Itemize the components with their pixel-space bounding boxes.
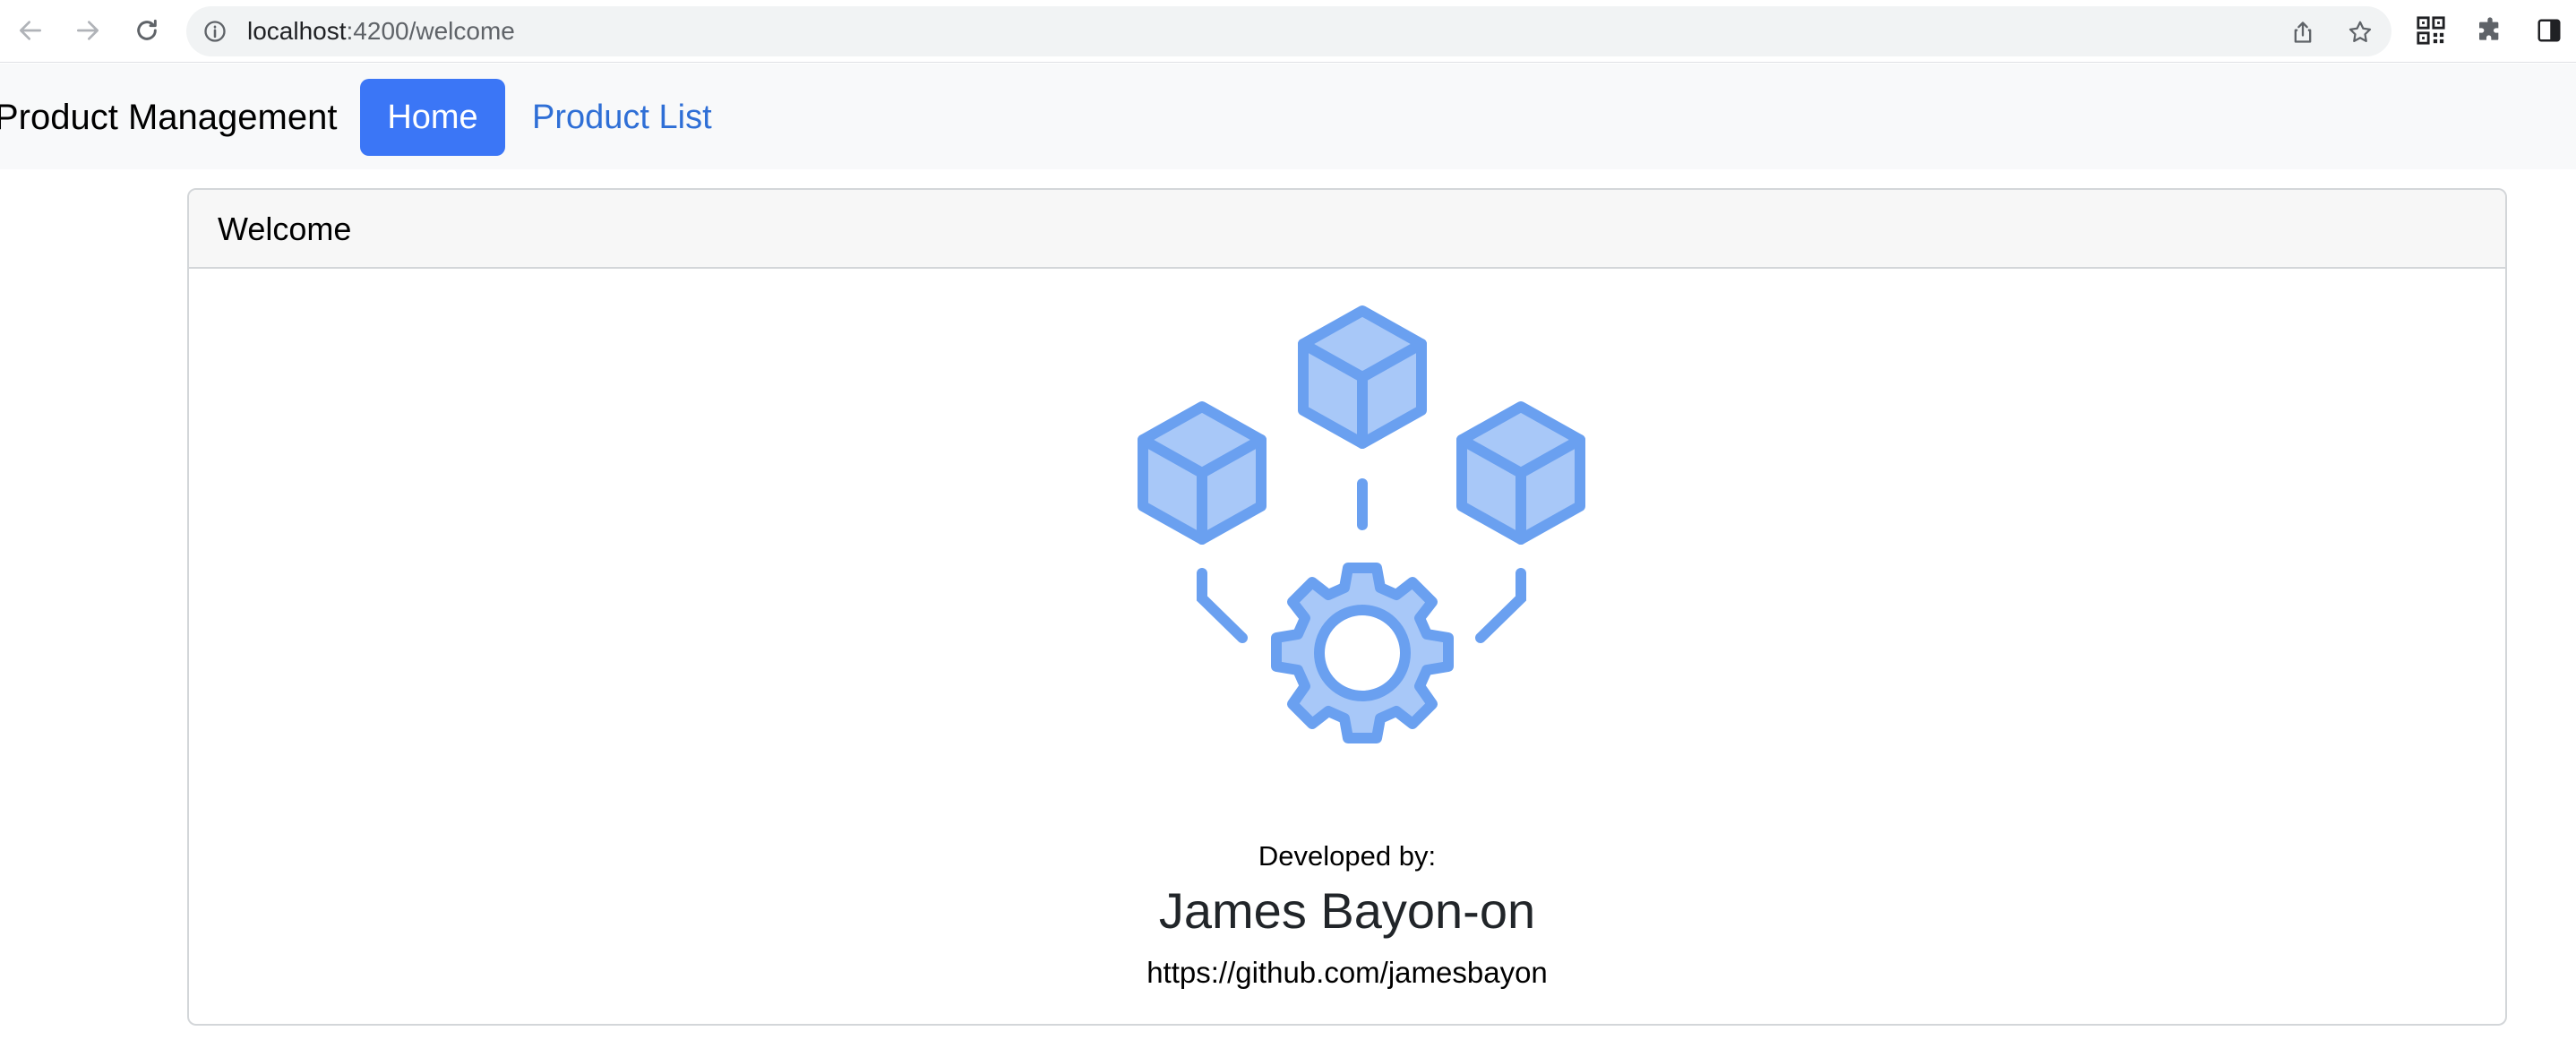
- browser-toolbar: localhost:4200/welcome: [0, 0, 2576, 63]
- url-text: localhost:4200/welcome: [247, 19, 515, 44]
- arrow-left-icon: [20, 21, 41, 40]
- url-path: :4200/welcome: [346, 17, 515, 45]
- card-header: Welcome: [189, 190, 2505, 269]
- navbar-brand[interactable]: Product Management: [0, 96, 337, 139]
- cubes-and-gear-icon: [1138, 305, 1585, 743]
- reload-icon: [137, 19, 157, 40]
- developed-by-label: Developed by:: [1258, 840, 1437, 872]
- bookmark-button[interactable]: [2345, 17, 2375, 47]
- share-button[interactable]: [2288, 17, 2318, 47]
- nav-item-product-list[interactable]: Product List: [532, 79, 712, 156]
- welcome-card: Welcome Developed by: James Bayon-on htt…: [187, 188, 2507, 1026]
- share-icon: [2294, 21, 2312, 43]
- side-panel-icon: [2537, 19, 2561, 42]
- developer-link[interactable]: https://github.com/jamesbayon: [189, 955, 2505, 991]
- extensions-button[interactable]: [2472, 13, 2508, 48]
- app-navbar: Product Management Home Product List: [0, 64, 2576, 169]
- cube-top-icon: [1298, 305, 1427, 449]
- nav-item-home[interactable]: Home: [360, 79, 505, 156]
- address-bar[interactable]: localhost:4200/welcome: [186, 6, 2391, 56]
- side-panel-button[interactable]: [2531, 13, 2567, 48]
- star-icon: [2348, 21, 2372, 42]
- cube-left-icon: [1138, 401, 1267, 545]
- puzzle-icon: [2479, 17, 2499, 40]
- reload-button[interactable]: [129, 13, 165, 48]
- back-button[interactable]: [13, 13, 48, 48]
- info-icon[interactable]: [202, 19, 228, 44]
- developer-name: James Bayon-on: [1158, 882, 1536, 939]
- arrow-right-icon: [77, 21, 99, 40]
- card-title: Welcome: [218, 211, 352, 247]
- gear-icon: [1271, 563, 1454, 743]
- qr-code-icon: [2417, 16, 2445, 45]
- qr-code-extension[interactable]: [2413, 13, 2449, 48]
- url-host: localhost: [247, 17, 347, 45]
- cube-right-icon: [1456, 401, 1585, 545]
- forward-button[interactable]: [70, 13, 106, 48]
